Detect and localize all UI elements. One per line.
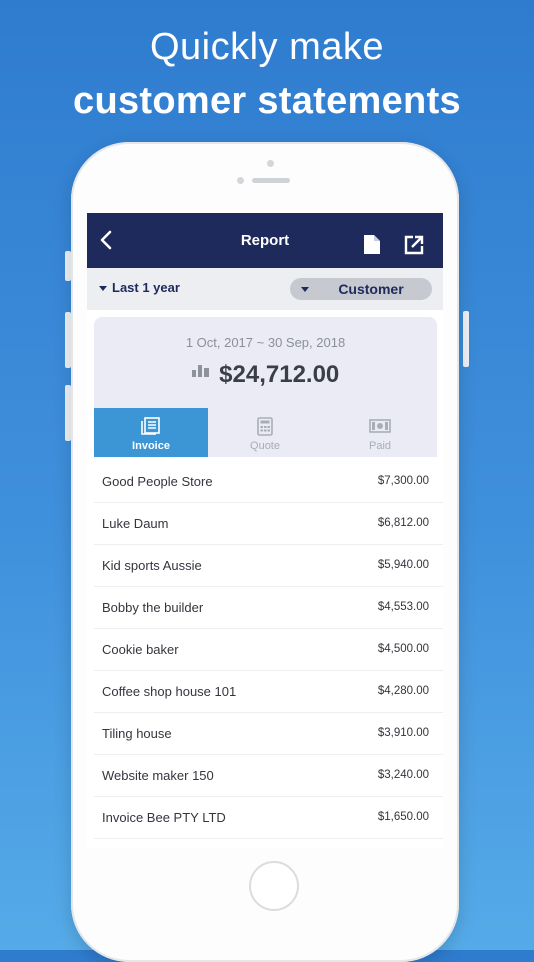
tab-invoice[interactable]: Invoice — [94, 408, 208, 457]
report-tabs: Invoice Quote Paid — [94, 408, 437, 457]
list-item[interactable]: Bobby the builder $4,553.00 — [94, 587, 443, 629]
list-item[interactable]: Luke Daum $6,812.00 — [94, 503, 443, 545]
customer-amount: $7,300.00 — [377, 475, 429, 487]
list-item[interactable]: Coffee shop house 101 $4,280.00 — [94, 671, 443, 713]
customer-amount: $4,500.00 — [377, 643, 429, 655]
phone-power-button — [463, 311, 469, 367]
customer-name: Luke Daum — [102, 516, 169, 531]
tab-label: Invoice — [132, 440, 170, 452]
customer-amount: $1,650.00 — [377, 811, 429, 823]
invoice-icon — [141, 417, 161, 440]
nav-bar: Report — [87, 213, 443, 268]
list-item[interactable]: Tiling house $3,910.00 — [94, 713, 443, 755]
period-selector[interactable]: Last 1 year — [99, 268, 180, 308]
total-amount: $24,712.00 — [219, 361, 340, 388]
phone-speaker — [252, 178, 290, 183]
customer-name: Tiling house — [102, 726, 172, 741]
period-label: Last 1 year — [112, 280, 180, 295]
customer-amount: $6,812.00 — [377, 517, 429, 529]
cash-icon — [369, 419, 391, 438]
tab-label: Quote — [250, 440, 280, 452]
headline-line-1: Quickly make — [149, 26, 385, 68]
app-screen: Report Last 1 year Customer 1 Oct, 2017 … — [87, 213, 443, 848]
list-item[interactable]: Cookie baker $4,500.00 — [94, 629, 443, 671]
bar-chart-icon — [191, 364, 209, 382]
caret-down-icon — [99, 286, 107, 292]
calculator-icon — [257, 417, 273, 441]
page-title: Report — [240, 232, 290, 249]
filter-bar: Last 1 year Customer — [87, 268, 443, 310]
customer-amount: $3,240.00 — [377, 769, 429, 781]
group-by-label: Customer — [338, 281, 404, 297]
customer-name: Invoice Bee PTY LTD — [102, 810, 226, 825]
customer-name: Website maker 150 — [102, 768, 214, 783]
customer-name: Bobby the builder — [102, 600, 204, 615]
list-item[interactable]: Kid sports Aussie $5,940.00 — [94, 545, 443, 587]
customer-amount: $3,910.00 — [377, 727, 429, 739]
tab-label: Paid — [368, 440, 392, 452]
export-icon[interactable] — [404, 235, 424, 260]
customer-name: Kid sports Aussie — [102, 558, 202, 573]
list-item[interactable]: Website maker 150 $3,240.00 — [94, 755, 443, 797]
customer-amount: $4,280.00 — [377, 685, 429, 697]
group-by-selector[interactable]: Customer — [290, 278, 432, 300]
list-item[interactable]: Good People Store $7,300.00 — [94, 461, 443, 503]
document-icon[interactable] — [363, 234, 381, 260]
date-range: 1 Oct, 2017 ~ 30 Sep, 2018 — [185, 335, 346, 350]
total-wrap: $24,712.00 — [94, 361, 437, 389]
customer-name: Good People Store — [102, 474, 213, 489]
home-button[interactable] — [249, 861, 299, 911]
customer-list: Good People Store $7,300.00 Luke Daum $6,8… — [94, 461, 443, 839]
customer-name: Cookie baker — [102, 642, 179, 657]
phone-camera — [237, 177, 244, 184]
customer-amount: $4,553.00 — [377, 601, 429, 613]
headline-line-2: customer statements — [73, 80, 461, 122]
customer-name: Coffee shop house 101 — [102, 684, 237, 699]
list-item[interactable]: Invoice Bee PTY LTD $1,650.00 — [94, 797, 443, 839]
tab-paid[interactable]: Paid — [323, 408, 437, 457]
tab-quote[interactable]: Quote — [208, 408, 322, 457]
phone-front-sensor — [267, 160, 274, 167]
summary-card: 1 Oct, 2017 ~ 30 Sep, 2018 $24,712.00 In… — [94, 317, 437, 457]
customer-amount: $5,940.00 — [377, 559, 429, 571]
